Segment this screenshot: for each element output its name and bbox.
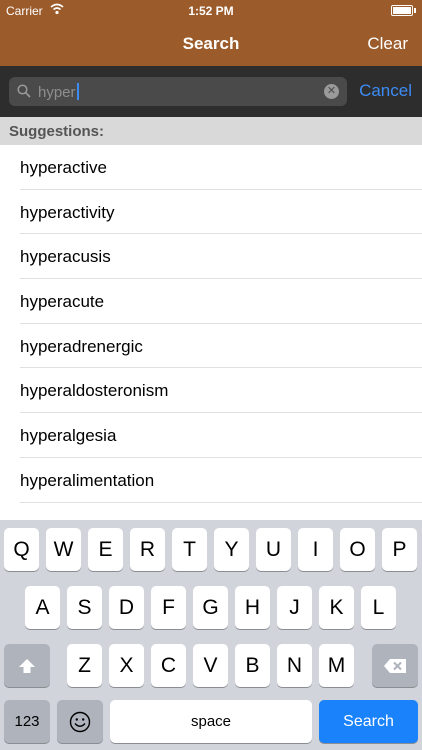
list-item-label: hyperactivity <box>20 202 115 222</box>
list-item-label: hyperalimentation <box>20 470 155 490</box>
key-x[interactable]: X <box>109 644 144 687</box>
list-item[interactable]: hyperactive <box>20 145 422 190</box>
clear-text-icon[interactable]: ✕ <box>324 84 339 99</box>
space-key[interactable]: space <box>110 700 312 743</box>
key-l[interactable]: L <box>361 586 396 629</box>
list-item-label: hyperadrenergic <box>20 336 143 356</box>
list-item[interactable]: hyperalgesia <box>20 413 422 458</box>
key-c[interactable]: C <box>151 644 186 687</box>
page-title: Search <box>182 34 240 53</box>
list-item-label: hyperacusis <box>20 247 111 267</box>
emoji-icon <box>69 711 91 732</box>
list-item[interactable]: hyperadrenergic <box>20 324 422 369</box>
suggestions-header: Suggestions: <box>0 117 422 145</box>
key-e[interactable]: E <box>88 528 123 571</box>
key-g[interactable]: G <box>193 586 228 629</box>
key-t[interactable]: T <box>172 528 207 571</box>
key-v[interactable]: V <box>193 644 228 687</box>
list-item-label: hyperalgesia <box>20 426 117 446</box>
key-y[interactable]: Y <box>214 528 249 571</box>
key-q[interactable]: Q <box>4 528 39 571</box>
top-bar: Carrier 1:52 PM Search Clear <box>0 0 422 66</box>
key-z[interactable]: Z <box>67 644 102 687</box>
list-item-label: hyperacute <box>20 292 105 312</box>
key-s[interactable]: S <box>67 586 102 629</box>
backspace-icon <box>384 658 406 673</box>
search-icon <box>17 84 31 98</box>
key-h[interactable]: H <box>235 586 270 629</box>
list-item-label: hyperaldosteronism <box>20 381 169 401</box>
numbers-key[interactable]: 123 <box>4 700 50 743</box>
status-bar: Carrier 1:52 PM <box>0 0 422 22</box>
list-item[interactable]: hyperacusis <box>20 234 422 280</box>
shift-key[interactable] <box>4 644 50 687</box>
key-j[interactable]: J <box>277 586 312 629</box>
key-n[interactable]: N <box>277 644 312 687</box>
clear-button[interactable]: Clear <box>367 34 408 54</box>
search-value: hyper <box>38 84 76 101</box>
key-m[interactable]: M <box>319 644 354 687</box>
cancel-button[interactable]: Cancel <box>359 81 412 101</box>
text-caret <box>76 83 79 100</box>
key-f[interactable]: F <box>151 586 186 629</box>
suggestion-list: hyperactive hyperactivity hyperacusis hy… <box>0 145 422 520</box>
key-r[interactable]: R <box>130 528 165 571</box>
suggestions-header-label: Suggestions: <box>9 123 105 140</box>
key-k[interactable]: K <box>319 586 354 629</box>
key-w[interactable]: W <box>46 528 81 571</box>
list-item-label: hyperactive <box>20 158 107 177</box>
search-input-text: hyper <box>38 83 79 101</box>
list-item[interactable]: hyperactivity <box>20 190 422 235</box>
list-item[interactable]: hyperalimentation <box>20 458 422 503</box>
key-d[interactable]: D <box>109 586 144 629</box>
key-b[interactable]: B <box>235 644 270 687</box>
keyboard: Q W E R T Y U I O P A S D F G H J K L Z … <box>0 520 422 750</box>
key-p[interactable]: P <box>382 528 417 571</box>
key-u[interactable]: U <box>256 528 291 571</box>
search-key[interactable]: Search <box>319 700 418 743</box>
key-a[interactable]: A <box>25 586 60 629</box>
list-item[interactable]: hyperaldosteronism <box>20 368 422 414</box>
delete-key[interactable] <box>372 644 418 687</box>
search-bar: hyper ✕ Cancel <box>0 66 422 117</box>
status-time: 1:52 PM <box>188 4 234 18</box>
list-item[interactable]: hyperacute <box>20 279 422 324</box>
emoji-key[interactable] <box>57 700 103 743</box>
key-i[interactable]: I <box>298 528 333 571</box>
key-o[interactable]: O <box>340 528 375 571</box>
shift-icon <box>19 658 35 673</box>
battery-icon <box>391 5 416 16</box>
search-input[interactable]: hyper ✕ <box>9 77 347 106</box>
